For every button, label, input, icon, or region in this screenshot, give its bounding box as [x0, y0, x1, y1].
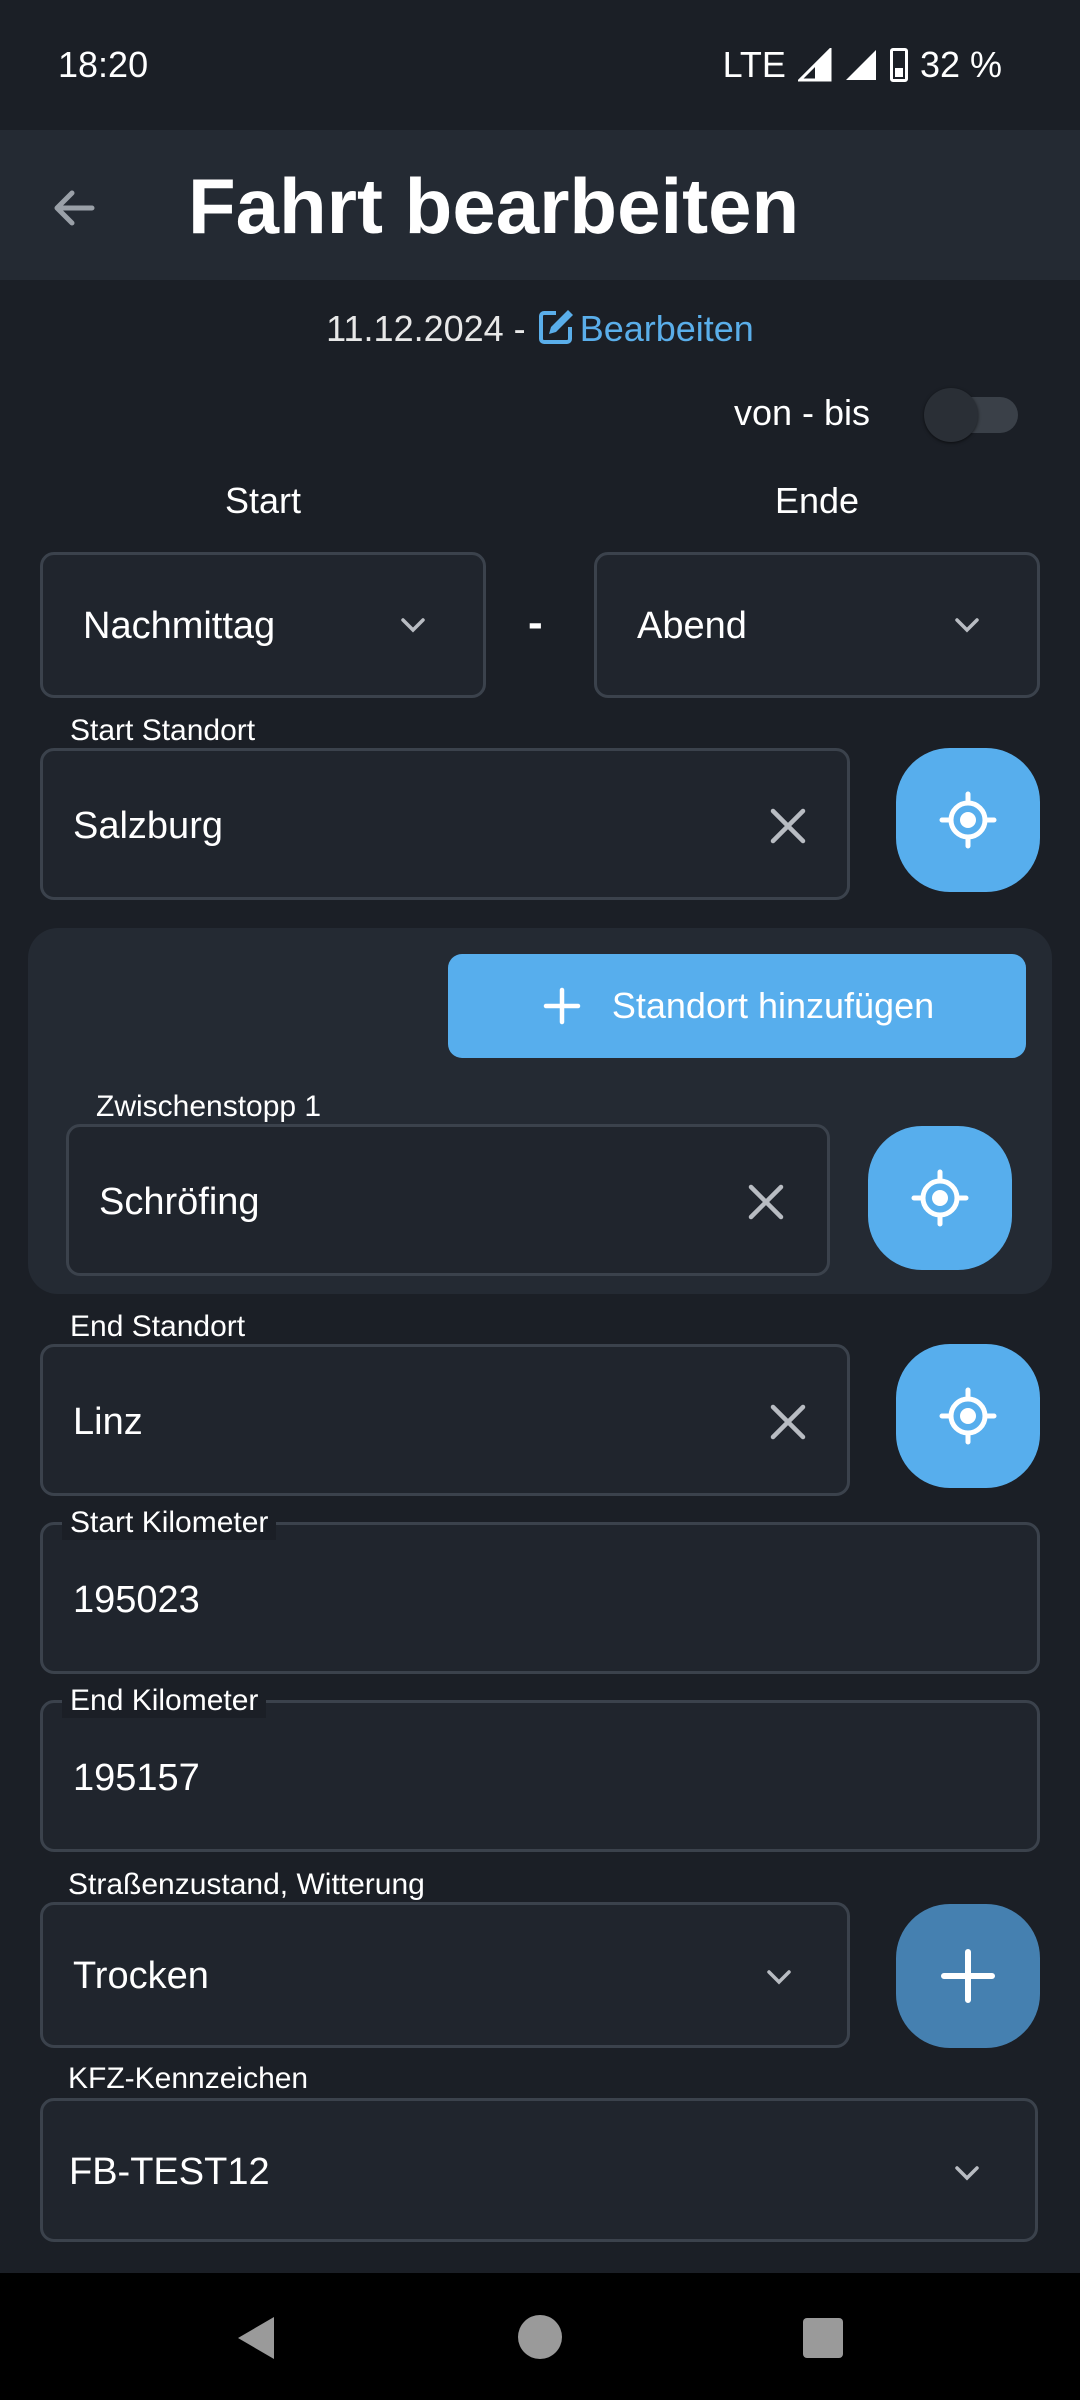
status-time: 18:20 — [58, 44, 149, 85]
end-location-input[interactable]: Linz — [40, 1344, 850, 1496]
start-km-label: Start Kilometer — [62, 1506, 277, 1540]
clear-icon[interactable] — [765, 1399, 811, 1445]
add-stop-label: Standort hinzufügen — [611, 985, 935, 1026]
stop-1-value: Schröfing — [99, 1181, 260, 1223]
plus-icon — [543, 987, 581, 1025]
network-type: LTE — [722, 44, 786, 85]
clear-icon[interactable] — [765, 803, 811, 849]
arrow-left-icon[interactable] — [46, 180, 102, 236]
end-header: Ende — [774, 480, 860, 521]
gps-target-icon — [939, 1387, 997, 1445]
signal-icon — [797, 48, 832, 82]
license-plate-value: FB-TEST12 — [69, 2151, 270, 2193]
chevron-down-icon — [955, 2166, 979, 2181]
chevron-down-icon — [767, 1970, 791, 1985]
start-location-label: Start Standort — [70, 714, 256, 747]
road-condition-select[interactable]: Trocken — [40, 1902, 850, 2048]
chevron-down-icon — [401, 618, 425, 633]
start-location-value: Salzburg — [73, 805, 223, 847]
signal-full-icon — [845, 50, 876, 80]
end-km-value: 195157 — [73, 1757, 200, 1799]
status-indicators: LTE 32 % — [723, 44, 1002, 86]
time-range-separator: - — [528, 598, 543, 647]
start-km-input[interactable]: 195023 — [40, 1522, 1040, 1674]
date-row: 11.12.2024 - Bearbeiten — [0, 305, 1080, 353]
nav-recents-icon[interactable] — [802, 2317, 844, 2359]
end-location-gps-button[interactable] — [896, 1344, 1040, 1488]
start-location-input[interactable]: Salzburg — [40, 748, 850, 900]
nav-home-icon[interactable] — [516, 2313, 564, 2361]
start-time-value: Nachmittag — [83, 605, 276, 647]
start-time-select[interactable]: Nachmittag — [40, 552, 486, 698]
range-toggle-thumb[interactable] — [924, 388, 978, 442]
start-location-gps-button[interactable] — [896, 748, 1040, 892]
end-km-label: End Kilometer — [62, 1684, 267, 1718]
trip-date: 11.12.2024 - — [326, 308, 526, 349]
battery-icon — [889, 48, 908, 82]
end-km-input[interactable]: 195157 — [40, 1700, 1040, 1852]
edit-date-link[interactable]: Bearbeiten — [536, 308, 754, 349]
nav-back-icon[interactable] — [234, 2315, 278, 2361]
stop-1-label: Zwischenstopp 1 — [96, 1090, 322, 1123]
license-plate-label: KFZ-Kennzeichen — [68, 2062, 309, 2095]
chevron-down-icon — [955, 618, 979, 633]
road-condition-label: Straßenzustand, Witterung — [68, 1868, 425, 1901]
gps-target-icon — [939, 791, 997, 849]
end-time-value: Abend — [637, 605, 747, 647]
system-nav-bar — [0, 2273, 1080, 2400]
battery-percent: 32 % — [919, 44, 1002, 85]
stop-1-gps-button[interactable] — [868, 1126, 1012, 1270]
road-condition-value: Trocken — [73, 1955, 209, 1997]
pencil-square-icon — [538, 310, 573, 344]
clear-icon[interactable] — [743, 1179, 789, 1225]
plus-icon — [941, 1949, 995, 2003]
range-toggle-label: von - bis — [734, 392, 871, 433]
add-road-condition-button[interactable] — [896, 1904, 1040, 2048]
page-title: Fahrt bearbeiten — [188, 162, 800, 250]
gps-target-icon — [911, 1169, 969, 1227]
end-time-select[interactable]: Abend — [594, 552, 1040, 698]
end-location-label: End Standort — [70, 1310, 246, 1343]
edit-date-label: Bearbeiten — [579, 308, 754, 349]
start-header: Start — [224, 480, 302, 521]
add-stop-button[interactable]: Standort hinzufügen — [448, 954, 1026, 1058]
stop-1-input[interactable]: Schröfing — [66, 1124, 830, 1276]
license-plate-select[interactable]: FB-TEST12 — [40, 2098, 1038, 2242]
start-km-value: 195023 — [73, 1579, 200, 1621]
end-location-value: Linz — [73, 1401, 143, 1443]
